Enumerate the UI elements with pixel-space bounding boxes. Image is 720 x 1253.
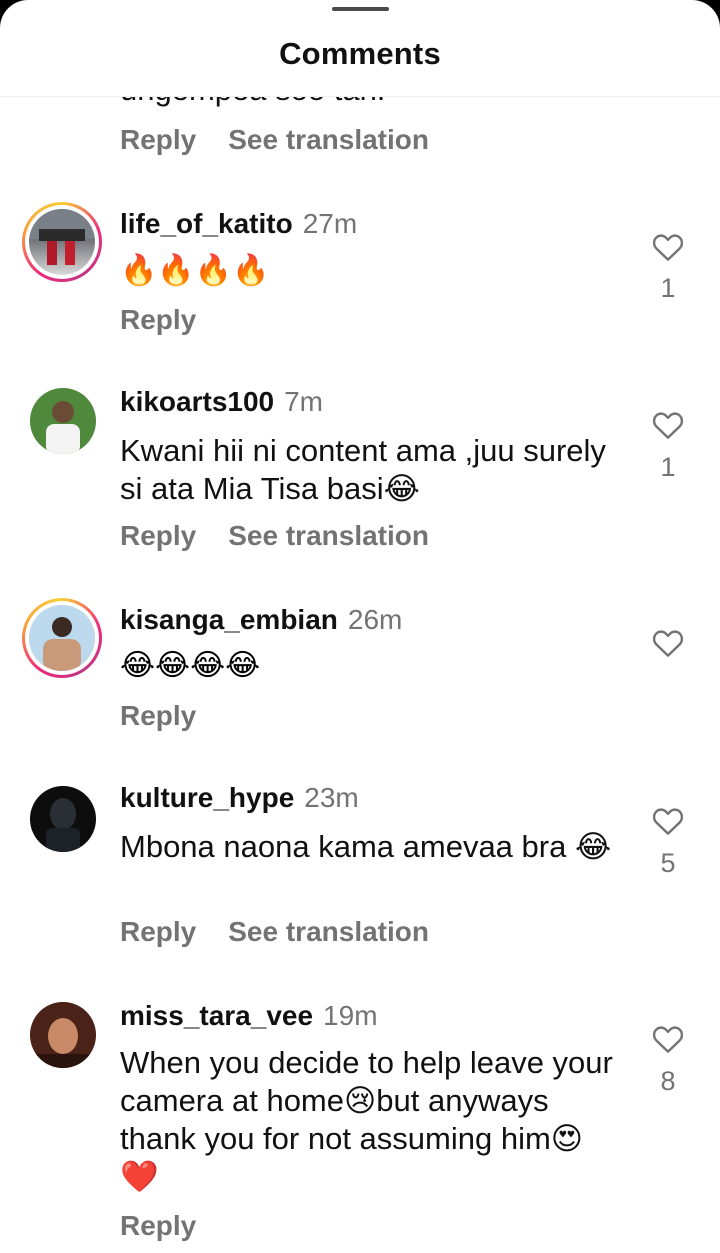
avatar-image bbox=[30, 786, 96, 852]
username[interactable]: kulture_hype bbox=[120, 782, 294, 813]
comment-text: Mbona naona kama amevaa bra 😂 bbox=[120, 829, 612, 864]
see-translation-button[interactable]: See translation bbox=[228, 916, 429, 948]
see-translation-button[interactable]: See translation bbox=[228, 124, 429, 156]
comment-meta: kikoarts100 7m bbox=[120, 386, 323, 418]
avatar[interactable] bbox=[30, 1002, 96, 1068]
username[interactable]: kikoarts100 bbox=[120, 386, 274, 417]
avatar-image bbox=[29, 605, 95, 671]
avatar-image bbox=[30, 388, 96, 454]
like-count: 1 bbox=[660, 273, 676, 303]
username[interactable]: kisanga_embian bbox=[120, 604, 338, 635]
avatar-image bbox=[30, 1002, 96, 1068]
comment-text: 🔥🔥🔥🔥 bbox=[120, 254, 270, 287]
see-translation-button[interactable]: See translation bbox=[228, 520, 429, 552]
comment-text: When you decide to help leave your camer… bbox=[120, 1045, 613, 1194]
heart-outline-icon[interactable] bbox=[652, 232, 684, 262]
comment-actions: Reply bbox=[120, 1210, 196, 1242]
story-ring[interactable] bbox=[22, 202, 102, 282]
timestamp: 27m bbox=[302, 208, 358, 239]
story-ring[interactable] bbox=[22, 598, 102, 678]
page-title: Comments bbox=[279, 36, 441, 71]
heart-outline-icon[interactable] bbox=[652, 410, 684, 440]
partial-comment-actions: Reply See translation bbox=[120, 124, 429, 156]
like-count: 8 bbox=[660, 1066, 676, 1096]
reply-button[interactable]: Reply bbox=[120, 916, 196, 948]
heart-outline-icon[interactable] bbox=[652, 628, 684, 658]
like-count: 1 bbox=[660, 452, 676, 482]
comment-meta: miss_tara_vee 19m bbox=[120, 1000, 378, 1032]
partial-comment-text: ungempea soo tan. bbox=[120, 72, 386, 107]
heart-outline-icon[interactable] bbox=[652, 806, 684, 836]
reply-button[interactable]: Reply bbox=[120, 520, 196, 552]
drag-handle[interactable] bbox=[332, 7, 389, 11]
avatar-image bbox=[29, 209, 95, 265]
header-divider bbox=[0, 96, 720, 97]
timestamp: 23m bbox=[304, 782, 359, 813]
comments-sheet: Comments ungempea soo tan. Reply See tra… bbox=[0, 0, 720, 1253]
avatar[interactable] bbox=[29, 209, 95, 275]
username[interactable]: miss_tara_vee bbox=[120, 1000, 313, 1031]
comment-actions: Reply See translation bbox=[120, 520, 429, 552]
avatar[interactable] bbox=[30, 388, 96, 454]
comment-text: Kwani hii ni content ama ,juu surely si … bbox=[120, 433, 606, 506]
reply-button[interactable]: Reply bbox=[120, 124, 196, 156]
comment-actions: Reply See translation bbox=[120, 916, 429, 948]
reply-button[interactable]: Reply bbox=[120, 304, 196, 336]
timestamp: 7m bbox=[284, 386, 324, 417]
timestamp: 19m bbox=[323, 1000, 378, 1031]
comment-actions: Reply bbox=[120, 700, 196, 732]
comment-actions: Reply bbox=[120, 304, 196, 336]
comment-meta: life_of_katito 27m bbox=[120, 208, 357, 240]
timestamp: 26m bbox=[347, 604, 403, 635]
comment-meta: kulture_hype 23m bbox=[120, 782, 359, 814]
reply-button[interactable]: Reply bbox=[120, 700, 196, 732]
avatar[interactable] bbox=[30, 786, 96, 852]
like-count: 5 bbox=[660, 848, 676, 878]
heart-outline-icon[interactable] bbox=[652, 1024, 684, 1054]
avatar[interactable] bbox=[29, 605, 95, 671]
reply-button[interactable]: Reply bbox=[120, 1210, 196, 1242]
comment-meta: kisanga_embian 26m bbox=[120, 604, 402, 636]
comment-text: 😂😂😂😂 bbox=[120, 649, 261, 682]
username[interactable]: life_of_katito bbox=[120, 208, 293, 239]
